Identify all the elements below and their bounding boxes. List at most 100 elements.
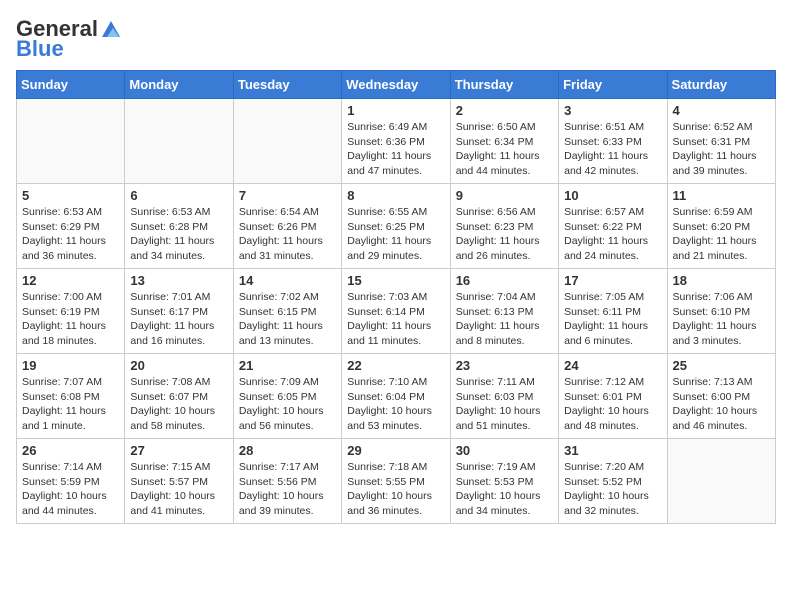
- calendar-cell: 19 Sunrise: 7:07 AMSunset: 6:08 PMDayligh…: [17, 354, 125, 439]
- calendar-table: SundayMondayTuesdayWednesdayThursdayFrid…: [16, 70, 776, 524]
- calendar-cell: 11Sunrise: 6:59 AMSunset: 6:20 PMDayligh…: [667, 184, 775, 269]
- day-info: Sunrise: 6:56 AMSunset: 6:23 PMDaylight:…: [456, 205, 553, 264]
- day-info: Sunrise: 7:20 AMSunset: 5:52 PMDaylight:…: [564, 460, 661, 519]
- calendar-cell: 31 Sunrise: 7:20 AMSunset: 5:52 PMDayligh…: [559, 439, 667, 524]
- calendar-cell: 12 Sunrise: 7:00 AMSunset: 6:19 PMDayligh…: [17, 269, 125, 354]
- day-info: Sunrise: 7:07 AMSunset: 6:08 PMDaylight:…: [22, 375, 119, 434]
- day-number: 24: [564, 358, 661, 373]
- calendar-cell: 22 Sunrise: 7:10 AMSunset: 6:04 PMDayligh…: [342, 354, 450, 439]
- day-info: Sunrise: 7:18 AMSunset: 5:55 PMDaylight:…: [347, 460, 444, 519]
- day-info: Sunrise: 7:14 AMSunset: 5:59 PMDaylight:…: [22, 460, 119, 519]
- day-info: Sunrise: 6:50 AMSunset: 6:34 PMDaylight:…: [456, 120, 553, 179]
- day-info: Sunrise: 7:19 AMSunset: 5:53 PMDaylight:…: [456, 460, 553, 519]
- calendar-cell: 6 Sunrise: 6:53 AMSunset: 6:28 PMDaylight…: [125, 184, 233, 269]
- col-header-monday: Monday: [125, 71, 233, 99]
- calendar-cell: 10 Sunrise: 6:57 AMSunset: 6:22 PMDayligh…: [559, 184, 667, 269]
- day-number: 29: [347, 443, 444, 458]
- calendar-cell: [667, 439, 775, 524]
- day-number: 14: [239, 273, 336, 288]
- day-number: 12: [22, 273, 119, 288]
- calendar-cell: 7 Sunrise: 6:54 AMSunset: 6:26 PMDaylight…: [233, 184, 341, 269]
- day-info: Sunrise: 7:01 AMSunset: 6:17 PMDaylight:…: [130, 290, 227, 349]
- day-number: 27: [130, 443, 227, 458]
- day-info: Sunrise: 6:55 AMSunset: 6:25 PMDaylight:…: [347, 205, 444, 264]
- calendar-cell: 13 Sunrise: 7:01 AMSunset: 6:17 PMDayligh…: [125, 269, 233, 354]
- week-row-3: 12 Sunrise: 7:00 AMSunset: 6:19 PMDayligh…: [17, 269, 776, 354]
- day-info: Sunrise: 7:11 AMSunset: 6:03 PMDaylight:…: [456, 375, 553, 434]
- calendar-cell: 23 Sunrise: 7:11 AMSunset: 6:03 PMDayligh…: [450, 354, 558, 439]
- day-number: 30: [456, 443, 553, 458]
- calendar-cell: 26Sunrise: 7:14 AMSunset: 5:59 PMDayligh…: [17, 439, 125, 524]
- calendar-cell: 30 Sunrise: 7:19 AMSunset: 5:53 PMDayligh…: [450, 439, 558, 524]
- calendar-cell: 24Sunrise: 7:12 AMSunset: 6:01 PMDayligh…: [559, 354, 667, 439]
- day-number: 18: [673, 273, 770, 288]
- day-number: 7: [239, 188, 336, 203]
- calendar-cell: 27Sunrise: 7:15 AMSunset: 5:57 PMDayligh…: [125, 439, 233, 524]
- day-number: 25: [673, 358, 770, 373]
- day-number: 4: [673, 103, 770, 118]
- day-info: Sunrise: 7:13 AMSunset: 6:00 PMDaylight:…: [673, 375, 770, 434]
- day-number: 17: [564, 273, 661, 288]
- col-header-thursday: Thursday: [450, 71, 558, 99]
- day-info: Sunrise: 6:59 AMSunset: 6:20 PMDaylight:…: [673, 205, 770, 264]
- day-info: Sunrise: 7:04 AMSunset: 6:13 PMDaylight:…: [456, 290, 553, 349]
- calendar-cell: 4 Sunrise: 6:52 AMSunset: 6:31 PMDaylight…: [667, 99, 775, 184]
- day-number: 6: [130, 188, 227, 203]
- day-number: 31: [564, 443, 661, 458]
- calendar-cell: [125, 99, 233, 184]
- day-info: Sunrise: 7:02 AMSunset: 6:15 PMDaylight:…: [239, 290, 336, 349]
- day-info: Sunrise: 6:49 AMSunset: 6:36 PMDaylight:…: [347, 120, 444, 179]
- day-info: Sunrise: 7:17 AMSunset: 5:56 PMDaylight:…: [239, 460, 336, 519]
- day-number: 10: [564, 188, 661, 203]
- day-number: 2: [456, 103, 553, 118]
- col-header-wednesday: Wednesday: [342, 71, 450, 99]
- day-info: Sunrise: 6:51 AMSunset: 6:33 PMDaylight:…: [564, 120, 661, 179]
- calendar-cell: 29 Sunrise: 7:18 AMSunset: 5:55 PMDayligh…: [342, 439, 450, 524]
- day-info: Sunrise: 6:52 AMSunset: 6:31 PMDaylight:…: [673, 120, 770, 179]
- day-number: 28: [239, 443, 336, 458]
- day-info: Sunrise: 7:06 AMSunset: 6:10 PMDaylight:…: [673, 290, 770, 349]
- calendar-cell: 25 Sunrise: 7:13 AMSunset: 6:00 PMDayligh…: [667, 354, 775, 439]
- calendar-cell: [17, 99, 125, 184]
- day-number: 15: [347, 273, 444, 288]
- calendar-cell: 3 Sunrise: 6:51 AMSunset: 6:33 PMDaylight…: [559, 99, 667, 184]
- calendar-cell: 28 Sunrise: 7:17 AMSunset: 5:56 PMDayligh…: [233, 439, 341, 524]
- day-number: 13: [130, 273, 227, 288]
- calendar-cell: 20Sunrise: 7:08 AMSunset: 6:07 PMDayligh…: [125, 354, 233, 439]
- day-info: Sunrise: 6:53 AMSunset: 6:28 PMDaylight:…: [130, 205, 227, 264]
- calendar-cell: 8 Sunrise: 6:55 AMSunset: 6:25 PMDaylight…: [342, 184, 450, 269]
- day-number: 22: [347, 358, 444, 373]
- day-number: 20: [130, 358, 227, 373]
- day-info: Sunrise: 7:10 AMSunset: 6:04 PMDaylight:…: [347, 375, 444, 434]
- calendar-cell: 17Sunrise: 7:05 AMSunset: 6:11 PMDayligh…: [559, 269, 667, 354]
- day-number: 3: [564, 103, 661, 118]
- calendar-cell: [233, 99, 341, 184]
- day-number: 19: [22, 358, 119, 373]
- calendar-cell: 2 Sunrise: 6:50 AMSunset: 6:34 PMDaylight…: [450, 99, 558, 184]
- day-number: 16: [456, 273, 553, 288]
- day-number: 1: [347, 103, 444, 118]
- day-info: Sunrise: 6:54 AMSunset: 6:26 PMDaylight:…: [239, 205, 336, 264]
- calendar-cell: 1 Sunrise: 6:49 AMSunset: 6:36 PMDaylight…: [342, 99, 450, 184]
- day-info: Sunrise: 7:00 AMSunset: 6:19 PMDaylight:…: [22, 290, 119, 349]
- calendar-cell: 16 Sunrise: 7:04 AMSunset: 6:13 PMDayligh…: [450, 269, 558, 354]
- logo: General Blue: [16, 16, 122, 62]
- day-number: 21: [239, 358, 336, 373]
- logo-blue-label: Blue: [16, 36, 64, 62]
- col-header-tuesday: Tuesday: [233, 71, 341, 99]
- day-number: 8: [347, 188, 444, 203]
- day-info: Sunrise: 6:57 AMSunset: 6:22 PMDaylight:…: [564, 205, 661, 264]
- col-header-saturday: Saturday: [667, 71, 775, 99]
- calendar-cell: 15 Sunrise: 7:03 AMSunset: 6:14 PMDayligh…: [342, 269, 450, 354]
- week-row-5: 26Sunrise: 7:14 AMSunset: 5:59 PMDayligh…: [17, 439, 776, 524]
- calendar-cell: 21 Sunrise: 7:09 AMSunset: 6:05 PMDayligh…: [233, 354, 341, 439]
- day-info: Sunrise: 7:03 AMSunset: 6:14 PMDaylight:…: [347, 290, 444, 349]
- col-header-friday: Friday: [559, 71, 667, 99]
- calendar-cell: 9Sunrise: 6:56 AMSunset: 6:23 PMDaylight…: [450, 184, 558, 269]
- logo-triangle-icon: [100, 19, 122, 39]
- page-header: General Blue: [16, 16, 776, 62]
- calendar-header-row: SundayMondayTuesdayWednesdayThursdayFrid…: [17, 71, 776, 99]
- week-row-2: 5Sunrise: 6:53 AMSunset: 6:29 PMDaylight…: [17, 184, 776, 269]
- day-info: Sunrise: 7:09 AMSunset: 6:05 PMDaylight:…: [239, 375, 336, 434]
- day-number: 23: [456, 358, 553, 373]
